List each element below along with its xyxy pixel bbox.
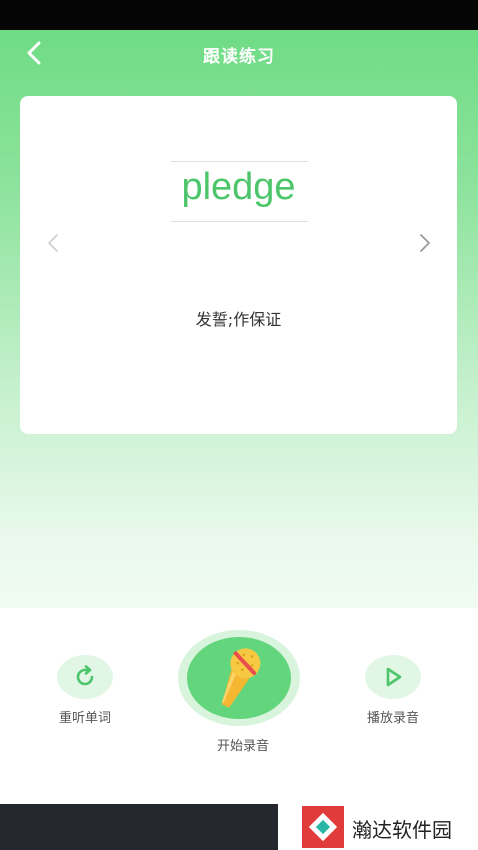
word-text: pledge bbox=[181, 166, 296, 208]
status-bar bbox=[0, 0, 478, 30]
refresh-icon bbox=[76, 665, 94, 686]
page-title: 跟读练习 bbox=[203, 47, 275, 67]
previous-word-button[interactable] bbox=[44, 232, 64, 254]
site-logo-icon bbox=[302, 806, 344, 848]
watermark-text: 瀚达软件园 bbox=[352, 818, 452, 842]
word-divider-top bbox=[171, 161, 308, 162]
record-button-inner bbox=[187, 637, 291, 719]
play-recording-label: 播放录音 bbox=[366, 711, 419, 726]
navigation-bar bbox=[0, 804, 278, 850]
chevron-right-icon bbox=[420, 234, 430, 252]
play-recording-button[interactable] bbox=[365, 655, 421, 699]
microphone-icon bbox=[221, 648, 261, 708]
record-button[interactable] bbox=[178, 630, 300, 726]
next-word-button[interactable] bbox=[414, 232, 434, 254]
word-meaning: 发誓;作保证 bbox=[195, 310, 282, 329]
replay-word-button[interactable] bbox=[57, 655, 113, 699]
replay-word-label: 重听单词 bbox=[58, 711, 111, 726]
word-divider-bottom bbox=[171, 221, 308, 222]
watermark: 瀚达软件园 bbox=[278, 804, 478, 850]
chevron-left-icon bbox=[48, 234, 58, 252]
record-label: 开始录音 bbox=[216, 739, 269, 754]
play-icon bbox=[386, 667, 402, 687]
word-card: pledge 发誓;作保证 bbox=[20, 96, 457, 434]
